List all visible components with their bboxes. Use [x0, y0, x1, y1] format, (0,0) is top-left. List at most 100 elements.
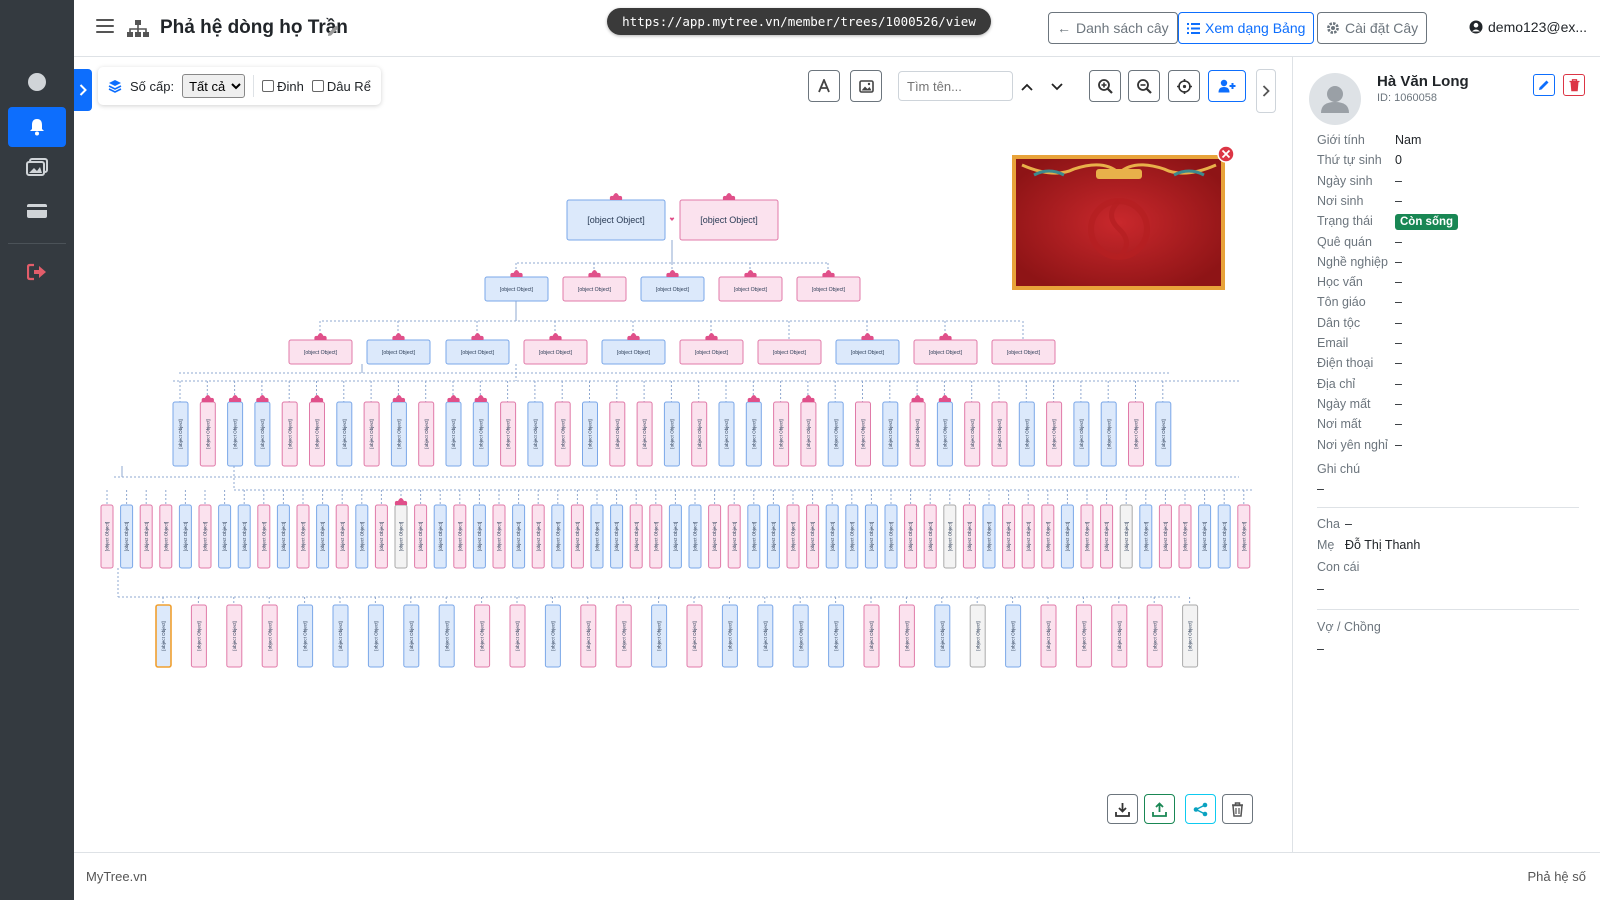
- font-size-button[interactable]: [808, 70, 840, 102]
- center-view-button[interactable]: [1168, 70, 1200, 102]
- tree-node[interactable]: [object Object]: [863, 604, 880, 668]
- tree-node[interactable]: [object Object]: [1080, 504, 1094, 569]
- close-banner-button[interactable]: [1217, 145, 1235, 163]
- tree-node[interactable]: [object Object]: [531, 504, 545, 569]
- tree-node[interactable]: [object Object]: [139, 504, 153, 569]
- tree-node[interactable]: [object Object]: [590, 504, 604, 569]
- tree-node[interactable]: [object Object]: [727, 504, 741, 569]
- tree-node[interactable]: [object Object]: [566, 199, 666, 241]
- tree-node[interactable]: [object Object]: [580, 604, 597, 668]
- tree-node[interactable]: [object Object]: [367, 604, 384, 668]
- tree-node[interactable]: [object Object]: [686, 604, 703, 668]
- tree-node[interactable]: [object Object]: [610, 504, 624, 569]
- tree-node[interactable]: [object Object]: [827, 401, 844, 467]
- tree-node[interactable]: [object Object]: [1158, 504, 1172, 569]
- tree-node[interactable]: [object Object]: [923, 504, 937, 569]
- tree-node[interactable]: [object Object]: [884, 504, 898, 569]
- tree-node[interactable]: [object Object]: [1146, 604, 1163, 668]
- tree-node[interactable]: [object Object]: [199, 401, 216, 467]
- tree-node[interactable]: [object Object]: [796, 276, 861, 302]
- tree-node[interactable]: [object Object]: [1198, 504, 1212, 569]
- tree-node[interactable]: [object Object]: [757, 604, 774, 668]
- tree-canvas[interactable]: [object Object] [object Object] [object Ob…: [74, 57, 1292, 852]
- tree-node[interactable]: [object Object]: [962, 504, 976, 569]
- tree-node[interactable]: [object Object]: [474, 604, 491, 668]
- add-member-button[interactable]: [1208, 70, 1246, 102]
- tree-node[interactable]: [object Object]: [679, 199, 779, 241]
- edit-person-button[interactable]: [1533, 74, 1555, 96]
- tree-node[interactable]: [object Object]: [1100, 401, 1117, 467]
- tree-node[interactable]: [object Object]: [615, 604, 632, 668]
- share-button[interactable]: [1185, 794, 1216, 824]
- tree-node[interactable]: [object Object]: [159, 504, 173, 569]
- tree-node[interactable]: [object Object]: [100, 504, 114, 569]
- tree-node[interactable]: [object Object]: [226, 604, 243, 668]
- delete-tree-button[interactable]: [1222, 794, 1253, 824]
- tree-node[interactable]: [object Object]: [982, 504, 996, 569]
- tree-node[interactable]: [object Object]: [438, 604, 455, 668]
- tree-node[interactable]: [object Object]: [1046, 401, 1063, 467]
- search-next-button[interactable]: [1047, 77, 1067, 97]
- search-prev-button[interactable]: [1017, 77, 1037, 97]
- tree-node[interactable]: [object Object]: [366, 339, 431, 365]
- tree-node[interactable]: [object Object]: [898, 604, 915, 668]
- tree-node[interactable]: [object Object]: [355, 504, 369, 569]
- tree-node[interactable]: [object Object]: [297, 604, 314, 668]
- tree-node[interactable]: [object Object]: [237, 504, 251, 569]
- user-menu[interactable]: demo123@ex...: [1469, 19, 1587, 35]
- tree-node[interactable]: [object Object]: [472, 504, 486, 569]
- tree-node[interactable]: [object Object]: [766, 504, 780, 569]
- tree-node[interactable]: [object Object]: [218, 504, 232, 569]
- tree-node[interactable]: [object Object]: [1182, 604, 1199, 668]
- tree-node[interactable]: [object Object]: [316, 504, 330, 569]
- tree-node[interactable]: [object Object]: [1060, 504, 1074, 569]
- tree-node[interactable]: [object Object]: [227, 401, 244, 467]
- tree-node[interactable]: [object Object]: [1139, 504, 1153, 569]
- tree-node[interactable]: [object Object]: [1073, 401, 1090, 467]
- table-view-button[interactable]: Xem dạng Bảng: [1178, 12, 1315, 44]
- tree-node[interactable]: [object Object]: [394, 504, 408, 569]
- tree-node[interactable]: [object Object]: [390, 401, 407, 467]
- sidebar-item-trees[interactable]: [8, 107, 66, 147]
- tree-node[interactable]: [object Object]: [1111, 604, 1128, 668]
- tree-settings-button[interactable]: Cài đặt Cây: [1317, 12, 1428, 44]
- mother-link[interactable]: Đỗ Thị Thanh: [1345, 538, 1420, 552]
- tree-node[interactable]: [object Object]: [964, 401, 981, 467]
- tree-node[interactable]: [object Object]: [281, 401, 298, 467]
- tree-node[interactable]: [object Object]: [1237, 504, 1251, 569]
- tree-node[interactable]: [object Object]: [276, 504, 290, 569]
- tree-node[interactable]: [object Object]: [335, 504, 349, 569]
- zoom-in-button[interactable]: [1089, 70, 1121, 102]
- tree-node[interactable]: [object Object]: [472, 401, 489, 467]
- tree-node[interactable]: [object Object]: [855, 401, 871, 467]
- tree-node[interactable]: [object Object]: [288, 339, 353, 365]
- tree-node[interactable]: [object Object]: [688, 504, 702, 569]
- tree-node[interactable]: [object Object]: [800, 401, 817, 467]
- zoom-out-button[interactable]: [1128, 70, 1160, 102]
- tree-node-selected[interactable]: [object Object]: [155, 604, 172, 668]
- tree-node[interactable]: [object Object]: [904, 504, 918, 569]
- level-filter-select[interactable]: Tất cả: [182, 74, 246, 98]
- checkbox-box[interactable]: [262, 80, 275, 92]
- tree-node[interactable]: [object Object]: [1100, 504, 1114, 569]
- download-button[interactable]: [1107, 794, 1138, 824]
- pencil-icon[interactable]: [327, 24, 340, 37]
- tree-node[interactable]: [object Object]: [651, 604, 668, 668]
- tree-node[interactable]: [object Object]: [257, 504, 271, 569]
- tree-node[interactable]: [object Object]: [913, 339, 978, 365]
- sidebar-item-home[interactable]: [8, 62, 66, 102]
- tree-node[interactable]: [object Object]: [991, 339, 1056, 365]
- tree-node[interactable]: [object Object]: [190, 604, 207, 668]
- tree-node[interactable]: [object Object]: [640, 276, 705, 302]
- tree-node[interactable]: [object Object]: [172, 401, 189, 467]
- tree-node[interactable]: [object Object]: [1128, 401, 1144, 467]
- tree-node[interactable]: [object Object]: [374, 504, 388, 569]
- tree-node[interactable]: [object Object]: [554, 401, 571, 467]
- tree-node[interactable]: [object Object]: [718, 401, 735, 467]
- tree-node[interactable]: [object Object]: [679, 339, 744, 365]
- tree-node[interactable]: [object Object]: [629, 504, 643, 569]
- tree-node[interactable]: [object Object]: [484, 276, 549, 302]
- tree-node[interactable]: [object Object]: [198, 504, 212, 569]
- tree-node[interactable]: [object Object]: [492, 504, 506, 569]
- tree-node[interactable]: [object Object]: [609, 401, 626, 467]
